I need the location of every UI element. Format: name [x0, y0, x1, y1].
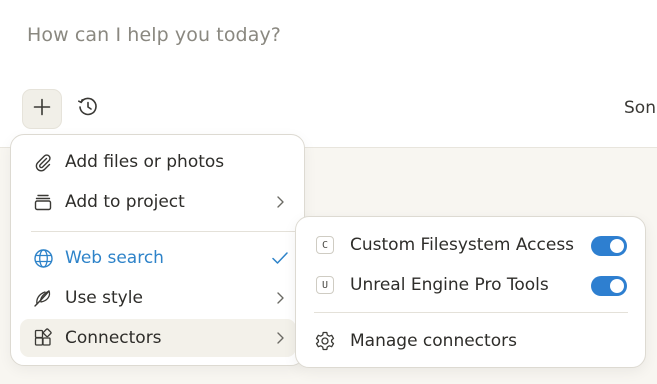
- add-content-menu: Add files or photos Add to project Web s…: [10, 134, 305, 366]
- project-stack-icon: [31, 190, 55, 214]
- connector-toggle[interactable]: [591, 276, 627, 296]
- connector-badge-icon: C: [316, 236, 334, 254]
- chevron-right-icon: [270, 288, 290, 308]
- connector-toggle[interactable]: [591, 236, 627, 256]
- manage-connectors-button[interactable]: Manage connectors: [304, 323, 639, 359]
- chat-composer: How can I help you today? Son: [0, 0, 657, 148]
- app-stage: How can I help you today? Son Add files …: [0, 0, 657, 384]
- menu-item-label: Use style: [65, 288, 143, 308]
- history-button[interactable]: [74, 96, 102, 122]
- add-content-button[interactable]: [22, 89, 62, 129]
- connectors-submenu: C Custom Filesystem Access U Unreal Engi…: [295, 216, 646, 368]
- prompt-input[interactable]: How can I help you today?: [27, 24, 281, 46]
- menu-item-label: Connectors: [65, 328, 162, 348]
- connector-item-custom-filesystem[interactable]: C Custom Filesystem Access: [304, 227, 639, 263]
- connector-label: Unreal Engine Pro Tools: [350, 275, 549, 295]
- connectors-icon: [31, 326, 55, 350]
- toggle-knob: [610, 279, 624, 293]
- clock-icon: [77, 96, 99, 122]
- menu-item-add-to-project[interactable]: Add to project: [20, 183, 296, 221]
- paperclip-icon: [31, 150, 55, 174]
- menu-divider: [31, 231, 295, 232]
- check-icon: [270, 248, 290, 268]
- chevron-right-icon: [270, 192, 290, 212]
- menu-item-label: Add to project: [65, 192, 185, 212]
- menu-item-web-search[interactable]: Web search: [20, 239, 296, 277]
- model-selector[interactable]: Son: [624, 98, 656, 118]
- manage-connectors-label: Manage connectors: [350, 331, 517, 351]
- menu-item-connectors[interactable]: Connectors: [20, 319, 296, 357]
- plus-icon: [33, 98, 51, 120]
- toggle-knob: [610, 239, 624, 253]
- connector-item-unreal-engine[interactable]: U Unreal Engine Pro Tools: [304, 267, 639, 303]
- globe-icon: [31, 246, 55, 270]
- gear-icon: [314, 330, 336, 352]
- menu-item-label: Web search: [65, 248, 164, 268]
- menu-item-use-style[interactable]: Use style: [20, 279, 296, 317]
- connector-badge-icon: U: [316, 276, 334, 294]
- menu-item-label: Add files or photos: [65, 152, 225, 172]
- submenu-divider: [314, 312, 628, 313]
- chevron-right-icon: [270, 328, 290, 348]
- menu-item-add-files[interactable]: Add files or photos: [20, 143, 296, 181]
- feather-icon: [31, 286, 55, 310]
- connector-label: Custom Filesystem Access: [350, 235, 575, 255]
